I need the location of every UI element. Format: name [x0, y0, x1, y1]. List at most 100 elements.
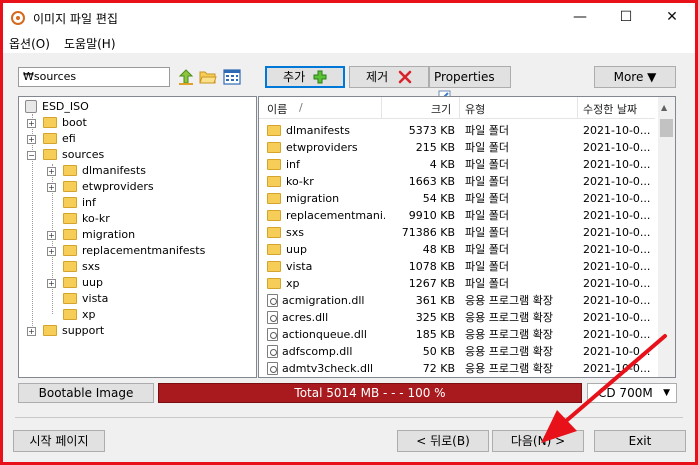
- tree-item-support[interactable]: + support: [27, 323, 104, 339]
- scrollbar-thumb[interactable]: [660, 119, 673, 137]
- add-button[interactable]: 추가: [265, 66, 345, 88]
- file-size-cell: 9910 KB: [408, 209, 455, 222]
- tree-item-replacementmanifests[interactable]: + replacementmanifests: [47, 243, 205, 259]
- file-list-row[interactable]: replacementmani... 9910 KB 파일 폴더 2021-10-0.…: [259, 207, 655, 224]
- file-list-row[interactable]: inf 4 KB 파일 폴더 2021-10-0...: [259, 156, 655, 173]
- file-list-row[interactable]: sxs 71386 KB 파일 폴더 2021-10-0...: [259, 224, 655, 241]
- properties-button[interactable]: Properties: [429, 66, 511, 103]
- expand-toggle[interactable]: +: [27, 327, 36, 336]
- file-date-cell: 2021-10-0...: [583, 345, 651, 358]
- scroll-up-icon[interactable]: ▲: [661, 103, 667, 112]
- file-size-cell: 361 KB: [415, 294, 455, 307]
- file-list-row[interactable]: acmigration.dll 361 KB 응용 프로그램 확장 2021-10-0…: [259, 292, 655, 309]
- expand-toggle[interactable]: +: [47, 167, 56, 176]
- menu-help[interactable]: 도움말(H): [64, 35, 116, 52]
- column-modified[interactable]: 수정한 날짜: [583, 101, 637, 117]
- media-size-select[interactable]: CD 700M ▼: [587, 383, 677, 403]
- collapse-toggle[interactable]: −: [27, 151, 36, 160]
- tree-item-label: inf: [82, 196, 96, 209]
- exit-button[interactable]: Exit: [594, 430, 686, 452]
- folder-icon: [267, 141, 281, 153]
- file-type-cell: 파일 폴더: [465, 192, 509, 205]
- expand-toggle[interactable]: +: [27, 135, 36, 144]
- column-type[interactable]: 유형: [465, 101, 485, 117]
- folder-icon: [63, 228, 77, 240]
- tree-item-inf[interactable]: inf: [47, 195, 96, 211]
- file-name: acres.dll: [282, 311, 329, 324]
- file-type-cell: 파일 폴더: [465, 124, 509, 137]
- file-name-cell: acmigration.dll: [267, 292, 385, 309]
- menu-options[interactable]: 옵션(O): [9, 35, 50, 52]
- file-list-row[interactable]: migration 54 KB 파일 폴더 2021-10-0...: [259, 190, 655, 207]
- tree-item-sources[interactable]: − sources: [27, 147, 104, 163]
- file-list-row[interactable]: dlmanifests 5373 KB 파일 폴더 2021-10-0...: [259, 122, 655, 139]
- file-type-cell: 응용 프로그램 확장: [465, 345, 553, 358]
- view-grid-icon[interactable]: [223, 68, 241, 86]
- column-separator: [381, 97, 382, 119]
- window-title: 이미지 파일 편집: [33, 12, 118, 26]
- disk-image-icon: [25, 99, 37, 113]
- file-list-row[interactable]: etwproviders 215 KB 파일 폴더 2021-10-0...: [259, 139, 655, 156]
- file-list-row[interactable]: acres.dll 325 KB 응용 프로그램 확장 2021-10-0...: [259, 309, 655, 326]
- column-size[interactable]: 크기: [431, 101, 451, 117]
- file-list-row[interactable]: adfscomp.dll 50 KB 응용 프로그램 확장 2021-10-0...: [259, 343, 655, 360]
- tree-item-label: sources: [62, 148, 105, 161]
- tree-item-boot[interactable]: + boot: [27, 115, 87, 131]
- file-name: actionqueue.dll: [282, 328, 367, 341]
- path-input[interactable]: ₩sources: [18, 67, 170, 87]
- next-button[interactable]: 다음(N) >: [492, 430, 584, 452]
- folder-icon: [43, 132, 57, 144]
- folder-icon: [63, 180, 77, 192]
- tree-item-label: sxs: [82, 260, 100, 273]
- vertical-scrollbar[interactable]: ▲: [658, 97, 675, 377]
- file-type-cell: 파일 폴더: [465, 260, 509, 273]
- remove-button-label: 제거: [366, 70, 389, 84]
- file-date-cell: 2021-10-0...: [583, 141, 651, 154]
- file-name: migration: [286, 192, 340, 205]
- file-list-row[interactable]: xp 1267 KB 파일 폴더 2021-10-0...: [259, 275, 655, 292]
- expand-toggle[interactable]: +: [47, 247, 56, 256]
- tree-item-vista[interactable]: vista: [47, 291, 108, 307]
- remove-button[interactable]: 제거: [349, 66, 429, 88]
- file-list-row[interactable]: actionqueue.dll 185 KB 응용 프로그램 확장 2021-10-0…: [259, 326, 655, 343]
- close-button[interactable]: ✕: [649, 3, 695, 31]
- file-list-row[interactable]: ko-kr 1663 KB 파일 폴더 2021-10-0...: [259, 173, 655, 190]
- tree-item-dlmanifests[interactable]: + dlmanifests: [47, 163, 146, 179]
- up-folder-icon[interactable]: [177, 68, 195, 86]
- file-list-row[interactable]: vista 1078 KB 파일 폴더 2021-10-0...: [259, 258, 655, 275]
- file-type-cell: 응용 프로그램 확장: [465, 362, 553, 375]
- file-list-row[interactable]: uup 48 KB 파일 폴더 2021-10-0...: [259, 241, 655, 258]
- tree-item-label: replacementmanifests: [82, 244, 206, 257]
- file-name: etwproviders: [286, 141, 358, 154]
- tree-item-label: efi: [62, 132, 76, 145]
- file-name-cell: replacementmani...: [267, 207, 385, 224]
- tree-item-efi[interactable]: + efi: [27, 131, 76, 147]
- expand-toggle[interactable]: +: [47, 231, 56, 240]
- dll-file-icon: [267, 344, 278, 358]
- file-name-cell: ko-kr: [267, 173, 385, 190]
- tree-root[interactable]: ESD_ISO: [25, 99, 89, 115]
- tree-item-ko-kr[interactable]: ko-kr: [47, 211, 110, 227]
- expand-toggle[interactable]: +: [27, 119, 36, 128]
- tree-item-sxs[interactable]: sxs: [47, 259, 100, 275]
- folder-icon: [267, 226, 281, 238]
- maximize-button[interactable]: ☐: [603, 3, 649, 31]
- file-list: 이름 / 크기 유형 수정한 날짜 dlmanifests 5373 KB 파일 폴…: [258, 96, 676, 378]
- tree-item-migration[interactable]: + migration: [47, 227, 135, 243]
- tree-item-uup[interactable]: + uup: [47, 275, 103, 291]
- expand-toggle[interactable]: +: [47, 279, 56, 288]
- file-list-row[interactable]: admtv3check.dll 72 KB 응용 프로그램 확장 2021-10-0.…: [259, 360, 655, 377]
- tree-item-label: boot: [62, 116, 87, 129]
- column-name[interactable]: 이름: [267, 101, 287, 117]
- bootable-image-button[interactable]: Bootable Image: [18, 383, 154, 403]
- tree-item-xp[interactable]: xp: [47, 307, 96, 323]
- expand-toggle[interactable]: +: [47, 183, 56, 192]
- minimize-button[interactable]: —: [557, 3, 603, 31]
- open-folder-icon[interactable]: [199, 68, 217, 86]
- tree-item-etwproviders[interactable]: + etwproviders: [47, 179, 154, 195]
- back-button[interactable]: < 뒤로(B): [397, 430, 489, 452]
- start-page-button[interactable]: 시작 페이지: [13, 430, 105, 452]
- folder-icon: [267, 158, 281, 170]
- more-button[interactable]: More ▼: [594, 66, 676, 88]
- file-type-cell: 파일 폴더: [465, 175, 509, 188]
